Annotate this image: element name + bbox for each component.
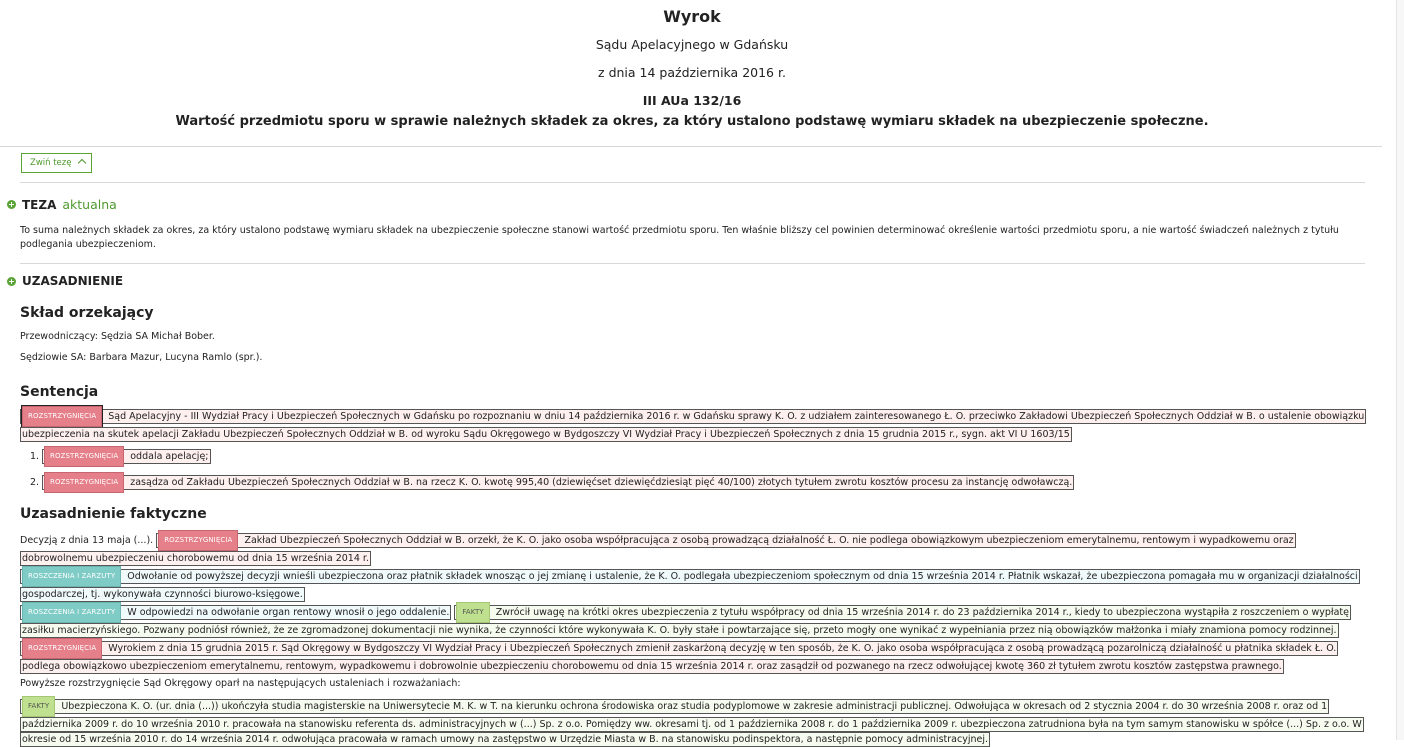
- sentence-item-text: oddala apelację;: [130, 451, 209, 462]
- facts-paragraph-5: Powyższe rozstrzygnięcie Sąd Okręgowy op…: [20, 678, 461, 689]
- decision-tag[interactable]: ROZSTRZYGNIĘCIA: [20, 405, 104, 428]
- facts-paragraph-6: FAKTY Ubezpieczona K. O. (ur. dnia (...)…: [20, 696, 1365, 747]
- document-title: Wyrok: [663, 7, 721, 26]
- chevron-up-icon: [78, 158, 87, 168]
- court-name: Sądu Apelacyjnego w Gdańsku: [595, 37, 789, 52]
- case-signature: III AUa 132/16: [642, 93, 742, 108]
- facts-p2: Odwołanie od powyższej decyzji wnieśli u…: [22, 571, 1358, 600]
- facts-p1-pre: Decyzją z dnia 13 maja (...).: [20, 535, 154, 546]
- facts-paragraph-1: Decyzją z dnia 13 maja (...). ROZSTRZYGN…: [20, 530, 1365, 566]
- presiding-judge: Przewodniczący: Sędzia SA Michał Bober.: [20, 331, 215, 342]
- facts-tag[interactable]: FAKTY: [456, 602, 490, 623]
- sentence-heading: Sentencja: [20, 384, 99, 400]
- facts-p4: Wyrokiem z dnia 15 grudnia 2015 r. Sąd O…: [22, 643, 1337, 672]
- decision-tag[interactable]: ROZSTRZYGNIĘCIA: [22, 638, 103, 659]
- divider: [20, 263, 1365, 264]
- facts-p3a: W odpowiedzi na odwołanie organ rentowy …: [127, 607, 450, 618]
- list-number: 1.: [30, 451, 40, 462]
- judgment-subject: Wartość przedmiotu sporu w sprawie należ…: [175, 114, 1209, 129]
- facts-tag[interactable]: FAKTY: [22, 696, 56, 717]
- facts-heading: Uzasadnienie faktyczne: [20, 506, 207, 522]
- facts-paragraph-4: ROZSTRZYGNIĘCIA Wyrokiem z dnia 15 grudn…: [20, 638, 1365, 674]
- plus-icon: +: [7, 200, 16, 209]
- thesis-status: aktualna: [62, 197, 117, 212]
- panel-heading: Skład orzekający: [20, 305, 154, 321]
- thesis-heading: TEZA: [22, 197, 57, 212]
- facts-p6: Ubezpieczona K. O. (ur. dnia (...)) ukoń…: [22, 701, 1362, 745]
- scrollbar[interactable]: [1396, 0, 1404, 740]
- sentence-intro-block: ROZSTRZYGNIĘCIA Sąd Apelacyjny - III Wyd…: [20, 405, 1367, 442]
- facts-paragraph-3: ROSZCZENIA I ZARZUTY W odpowiedzi na odw…: [20, 602, 1365, 638]
- justification-section-toggle[interactable]: + UZASADNIENIE: [7, 274, 123, 288]
- justification-heading: UZASADNIENIE: [22, 274, 124, 288]
- sentence-item-text: zasądza od Zakładu Ubezpieczeń Społeczny…: [130, 477, 1073, 488]
- decision-tag[interactable]: ROZSTRZYGNIĘCIA: [44, 446, 125, 467]
- collapse-thesis-label: Zwiń tezę: [30, 158, 72, 168]
- list-number: 2.: [30, 477, 40, 488]
- claims-tag[interactable]: ROSZCZENIA I ZARZUTY: [22, 566, 122, 587]
- plus-icon: +: [7, 276, 16, 286]
- divider: [20, 182, 1365, 183]
- list-item: 1. ROZSTRZYGNIĘCIA oddala apelację;: [30, 446, 211, 467]
- sentence-intro: Sąd Apelacyjny - III Wydział Pracy i Ube…: [22, 411, 1365, 440]
- decision-tag[interactable]: ROZSTRZYGNIĘCIA: [44, 472, 125, 493]
- divider: [0, 146, 1382, 147]
- collapse-thesis-button[interactable]: Zwiń tezę: [21, 153, 92, 173]
- thesis-section-toggle[interactable]: + TEZA aktualna: [7, 197, 117, 212]
- claims-tag[interactable]: ROSZCZENIA I ZARZUTY: [22, 602, 122, 623]
- thesis-text: To suma należnych składek za okres, za k…: [20, 225, 1339, 250]
- decision-tag[interactable]: ROZSTRZYGNIĘCIA: [158, 530, 239, 551]
- list-item: 2. ROZSTRZYGNIĘCIA zasądza od Zakładu Ub…: [30, 472, 1075, 493]
- facts-paragraph-2: ROSZCZENIA I ZARZUTY Odwołanie od powyżs…: [20, 566, 1365, 602]
- judges: Sędziowie SA: Barbara Mazur, Lucyna Raml…: [20, 352, 263, 363]
- judgment-date: z dnia 14 października 2016 r.: [598, 65, 786, 80]
